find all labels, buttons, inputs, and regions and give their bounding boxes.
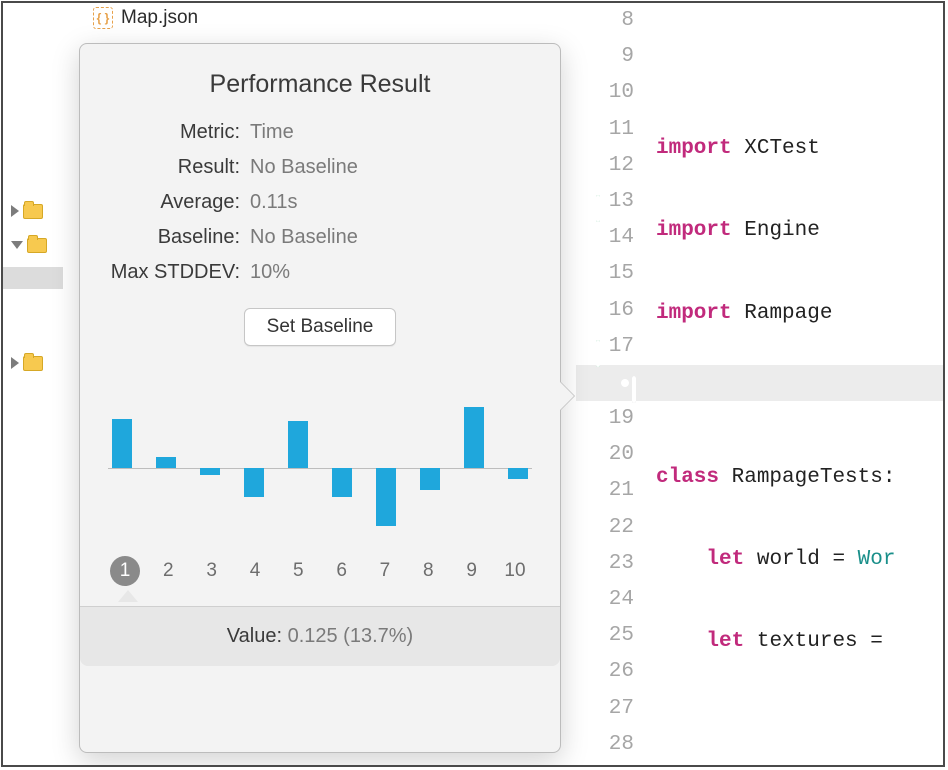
line-number: 20 [576, 437, 648, 473]
iteration-selector-item[interactable]: 2 [153, 556, 183, 586]
result-value: No Baseline [250, 156, 540, 179]
navigator-selection-highlight [3, 267, 63, 289]
line-number: 11 [576, 112, 648, 148]
iteration-selector-item[interactable]: 3 [197, 556, 227, 586]
popover-title: Performance Result [80, 44, 560, 99]
chart-bar [464, 390, 484, 550]
line-number: 9 [576, 39, 648, 75]
line-number: 24 [576, 582, 648, 618]
chart-bar [156, 390, 176, 550]
footer-value: 0.125 (13.7%) [288, 625, 414, 647]
disclosure-down-icon[interactable] [11, 241, 23, 249]
folder-icon [27, 238, 47, 253]
baseline-value: No Baseline [250, 226, 540, 249]
iteration-selector-item[interactable]: 5 [283, 556, 313, 586]
iteration-selector-item[interactable]: 7 [370, 556, 400, 586]
chart-bar [508, 390, 528, 550]
performance-indicator-icon[interactable] [614, 372, 636, 394]
average-label: Average: [80, 191, 250, 214]
nav-item-folder-1[interactable] [3, 199, 43, 223]
line-number: 23 [576, 546, 648, 582]
set-baseline-button[interactable]: Set Baseline [244, 308, 397, 346]
line-number: 10 [576, 75, 648, 111]
popover-arrow-icon [560, 382, 574, 410]
chart-bar [200, 390, 220, 550]
baseline-label: Baseline: [80, 226, 250, 249]
navigator-column [3, 3, 63, 765]
selector-pointer-icon [80, 590, 560, 604]
popover-footer: Value: 0.125 (13.7%) [80, 606, 560, 666]
chart-bar [420, 390, 440, 550]
file-header[interactable]: { } Map.json [93, 7, 198, 29]
line-number: 17 [576, 329, 648, 365]
average-value: 0.11s [250, 191, 540, 214]
chart-bars [108, 390, 532, 550]
chart-bar [376, 390, 396, 550]
line-number: 14 [576, 220, 648, 256]
iteration-selector-item[interactable]: 6 [327, 556, 357, 586]
chart-bar [244, 390, 264, 550]
popover-metrics-grid: Metric: Time Result: No Baseline Average… [80, 99, 560, 284]
code-line[interactable]: let textures = [656, 624, 943, 660]
code-line[interactable]: import XCTest [656, 131, 943, 167]
line-number: 19 [576, 401, 648, 437]
chart-bar [112, 390, 132, 550]
app-frame: { } Map.json 8 9 10 11 12 13 14 15 16 17… [1, 1, 945, 767]
performance-result-popover: Performance Result Metric: Time Result: … [79, 43, 561, 753]
chart-bar [332, 390, 352, 550]
line-number: 27 [576, 691, 648, 727]
file-name-label: Map.json [121, 7, 198, 29]
disclosure-right-icon[interactable] [11, 205, 19, 217]
line-gutter: 8 9 10 11 12 13 14 15 16 17 18 19 20 21 … [576, 3, 648, 765]
line-number: 13 [576, 184, 648, 220]
iteration-selector-item[interactable]: 1 [110, 556, 140, 586]
folder-icon [23, 356, 43, 371]
metric-value: Time [250, 121, 540, 144]
line-number: 26 [576, 654, 648, 690]
code-line[interactable] [656, 378, 943, 414]
code-line[interactable] [656, 49, 943, 85]
iteration-selector: 123456789 10 [80, 556, 560, 586]
line-number: 22 [576, 510, 648, 546]
folder-icon [23, 204, 43, 219]
iteration-selector-item[interactable]: 4 [240, 556, 270, 586]
line-number: 8 [576, 3, 648, 39]
line-number: 21 [576, 473, 648, 509]
code-editor[interactable]: 8 9 10 11 12 13 14 15 16 17 18 19 20 21 … [576, 3, 943, 765]
code-line[interactable]: let world = Wor [656, 542, 943, 578]
nav-item-folder-3[interactable] [3, 351, 43, 375]
disclosure-right-icon[interactable] [11, 357, 19, 369]
stddev-value: 10% [250, 261, 540, 284]
code-line[interactable]: import Engine [656, 213, 943, 249]
line-number: 25 [576, 618, 648, 654]
line-number: 28 [576, 727, 648, 763]
chart-bar [288, 390, 308, 550]
iteration-selector-item[interactable]: 8 [413, 556, 443, 586]
nav-item-folder-2[interactable] [3, 233, 47, 257]
test-status-minus-icon[interactable] [578, 191, 600, 213]
line-number: 18 [576, 365, 648, 401]
code-line[interactable] [656, 707, 943, 743]
line-number: 12 [576, 148, 648, 184]
metric-label: Metric: [80, 121, 250, 144]
line-number: 15 [576, 256, 648, 292]
code-line[interactable]: class RampageTests: [656, 460, 943, 496]
iteration-selector-item[interactable]: 10 [500, 556, 530, 586]
deviation-chart [108, 390, 532, 550]
footer-value-label: Value: [227, 625, 282, 647]
stddev-label: Max STDDEV: [80, 261, 250, 284]
result-label: Result: [80, 156, 250, 179]
iteration-selector-item[interactable]: 9 [457, 556, 487, 586]
line-number: 16 [576, 293, 648, 329]
code-lines[interactable]: import XCTest import Engine import Rampa… [656, 3, 943, 765]
test-success-icon[interactable] [578, 336, 600, 358]
code-line[interactable]: import Rampage [656, 296, 943, 332]
json-file-icon: { } [93, 7, 113, 29]
